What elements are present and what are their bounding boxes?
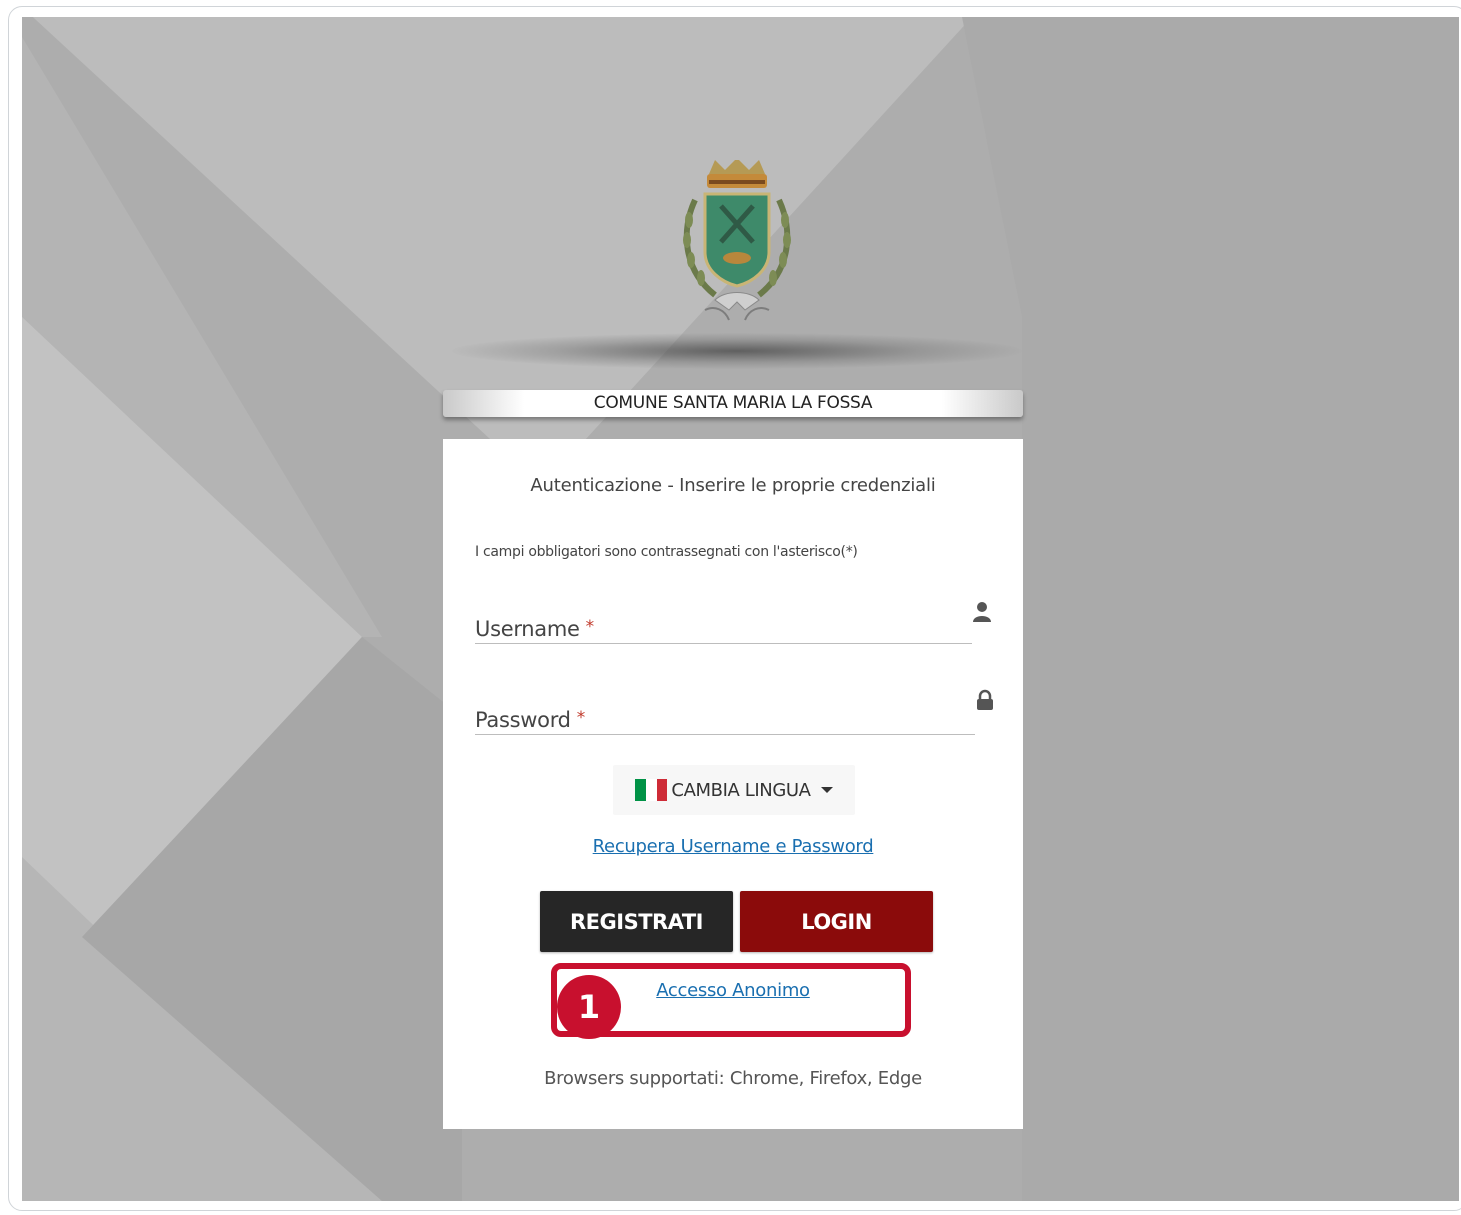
login-button[interactable]: LOGIN <box>740 891 933 952</box>
lock-icon <box>977 689 993 710</box>
change-language-button[interactable]: CAMBIA LINGUA <box>613 765 855 815</box>
required-asterisk: * <box>585 617 595 637</box>
supported-browsers-note: Browsers supportati: Chrome, Firefox, Ed… <box>544 1068 922 1089</box>
annotation-badge: 1 <box>557 975 621 1039</box>
password-label: Password * <box>475 708 585 732</box>
required-fields-note: I campi obbligatori sono contrassegnati … <box>475 544 858 560</box>
login-heading: Autenticazione - Inserire le proprie cre… <box>530 475 936 496</box>
municipal-coat-of-arms-icon <box>683 160 791 321</box>
anonymous-access-link[interactable]: Accesso Anonimo <box>443 980 1023 1001</box>
username-field[interactable]: Username * <box>475 603 972 644</box>
login-card: Autenticazione - Inserire le proprie cre… <box>443 439 1023 1129</box>
register-button[interactable]: REGISTRATI <box>540 891 733 952</box>
password-field[interactable]: Password * <box>475 694 975 735</box>
recover-credentials-link[interactable]: Recupera Username e Password <box>443 836 1023 857</box>
caret-down-icon <box>820 787 833 793</box>
username-label: Username * <box>475 617 594 641</box>
required-asterisk: * <box>576 708 586 728</box>
italy-flag-icon <box>635 779 668 801</box>
emblem-shadow <box>452 333 1022 369</box>
municipality-title-bar: COMUNE SANTA MARIA LA FOSSA <box>443 390 1023 417</box>
user-icon <box>973 602 991 622</box>
change-language-label: CAMBIA LINGUA <box>671 779 811 801</box>
